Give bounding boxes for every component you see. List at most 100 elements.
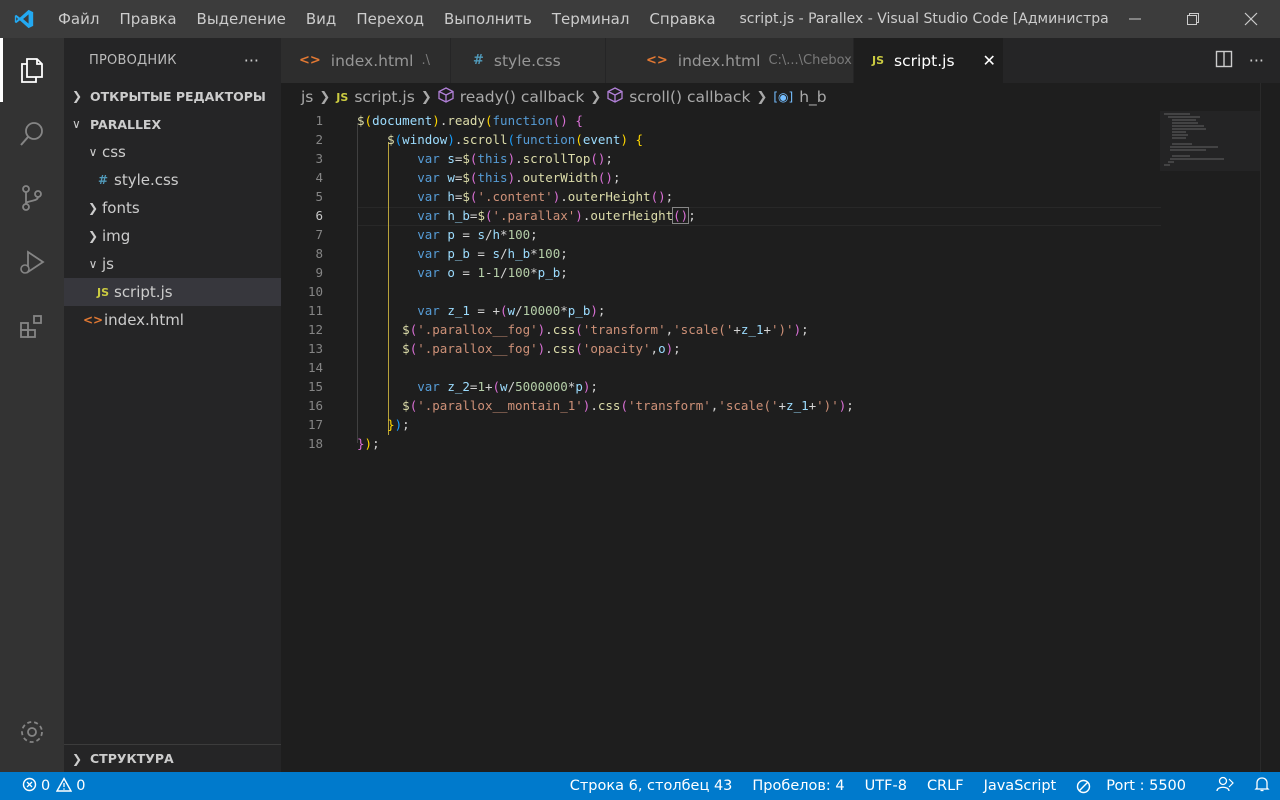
menu-selection[interactable]: Выделение bbox=[187, 10, 296, 28]
tree-file-style-css[interactable]: # style.css bbox=[64, 166, 281, 194]
encoding[interactable]: UTF-8 bbox=[855, 778, 917, 794]
variable-icon: [◉] bbox=[773, 90, 794, 104]
explorer-sidebar: ПРОВОДНИК ··· ❯ ОТКРЫТЫЕ РЕДАКТОРЫ ∨ PAR… bbox=[64, 38, 281, 772]
explorer-title: ПРОВОДНИК bbox=[89, 52, 177, 68]
tree-file-index-html[interactable]: <> index.html bbox=[64, 306, 281, 334]
code-line: 14 bbox=[281, 358, 1161, 377]
code-line: 8 var p_b = s/h_b*100; bbox=[281, 244, 1161, 263]
chevron-right-icon: ❯ bbox=[420, 89, 432, 105]
code-text: var z_1 = +(w/10000*p_b); bbox=[417, 303, 606, 318]
breadcrumb-item[interactable]: scroll() callback bbox=[629, 88, 750, 106]
breadcrumb-item[interactable]: js bbox=[301, 88, 313, 106]
code-line: 13 $('.parallox__fog').css('opacity',o); bbox=[281, 339, 1161, 358]
tab-index-html[interactable]: <> index.html .\ bbox=[281, 38, 451, 83]
menu-view[interactable]: Вид bbox=[296, 10, 346, 28]
source-control-icon[interactable] bbox=[0, 166, 64, 230]
no-entry-icon bbox=[1077, 779, 1091, 793]
code-editor[interactable]: 1 $(document).ready(function() { 2 $(win… bbox=[281, 111, 1260, 772]
port-label: Port : 5500 bbox=[1106, 778, 1186, 794]
search-icon[interactable] bbox=[0, 102, 64, 166]
menu-file[interactable]: Файл bbox=[48, 10, 109, 28]
window-title: script.js - Parallex - Visual Studio Cod… bbox=[739, 11, 1110, 27]
code-text: var p_b = s/h_b*100; bbox=[417, 246, 568, 261]
method-cube-icon bbox=[607, 87, 623, 107]
chevron-down-icon: ∨ bbox=[88, 145, 98, 159]
tab-label: index.html bbox=[677, 51, 761, 70]
code-text: var z_2=1+(w/5000000*p); bbox=[417, 379, 598, 394]
vscode-logo-icon bbox=[0, 0, 48, 38]
tab-index-html-chebox[interactable]: <> index.html C:\...\Chebox bbox=[606, 38, 854, 83]
tree-folder-css[interactable]: ∨ css bbox=[64, 138, 281, 166]
breadcrumb-item[interactable]: script.js bbox=[354, 88, 415, 106]
split-editor-icon[interactable] bbox=[1215, 50, 1233, 72]
menu-help[interactable]: Справка bbox=[639, 10, 725, 28]
explorer-icon[interactable] bbox=[0, 38, 64, 102]
feedback-icon[interactable] bbox=[1206, 776, 1244, 796]
activity-bar bbox=[0, 38, 64, 772]
code-text: $(window).scroll(function(event) { bbox=[387, 132, 644, 147]
menu-go[interactable]: Переход bbox=[346, 10, 434, 28]
tree-label: css bbox=[102, 143, 126, 161]
open-editors-section[interactable]: ❯ ОТКРЫТЫЕ РЕДАКТОРЫ bbox=[64, 82, 281, 110]
tree-folder-img[interactable]: ❯ img bbox=[64, 222, 281, 250]
code-line: 18 }); bbox=[281, 434, 1161, 453]
code-text: $('.parallox__montain_1').css('transform… bbox=[402, 398, 854, 413]
menu-run[interactable]: Выполнить bbox=[434, 10, 542, 28]
more-actions-button[interactable]: ··· bbox=[244, 51, 259, 70]
outline-section[interactable]: ❯ СТРУКТУРА bbox=[64, 744, 281, 772]
tab-script-js[interactable]: JS script.js ✕ bbox=[854, 38, 1004, 83]
language-mode[interactable]: JavaScript bbox=[974, 778, 1067, 794]
minimap[interactable] bbox=[1160, 111, 1260, 171]
code-text: }); bbox=[387, 417, 410, 432]
tree-folder-js[interactable]: ∨ js bbox=[64, 250, 281, 278]
menu-terminal[interactable]: Терминал bbox=[542, 10, 640, 28]
css-file-icon: # bbox=[473, 53, 484, 68]
tab-label: script.js bbox=[894, 51, 955, 70]
code-line: 6 var h_b=$('.parallax').outerHeight(); bbox=[281, 206, 1161, 225]
project-section[interactable]: ∨ PARALLEX bbox=[64, 110, 281, 138]
notifications-bell-icon[interactable] bbox=[1244, 776, 1280, 796]
code-line: 5 var h=$('.content').outerHeight(); bbox=[281, 187, 1161, 206]
chevron-down-icon: ∨ bbox=[72, 117, 81, 131]
tree-file-script-js[interactable]: JS script.js bbox=[64, 278, 281, 306]
cursor-position[interactable]: Строка 6, столбец 43 bbox=[560, 778, 743, 794]
problems-indicator[interactable]: 0 0 bbox=[0, 776, 86, 796]
close-tab-icon[interactable]: ✕ bbox=[983, 51, 996, 70]
window-controls bbox=[1106, 0, 1280, 38]
chevron-down-icon: ∨ bbox=[88, 257, 98, 271]
restore-button[interactable] bbox=[1164, 0, 1222, 38]
more-actions-icon[interactable]: ··· bbox=[1249, 51, 1264, 70]
code-line: 17 }); bbox=[281, 415, 1161, 434]
run-debug-icon[interactable] bbox=[0, 230, 64, 294]
line-number: 18 bbox=[307, 436, 323, 451]
tab-style-css[interactable]: # style.css bbox=[451, 38, 606, 83]
code-line: 16 $('.parallox__montain_1').css('transf… bbox=[281, 396, 1161, 415]
tab-label: index.html bbox=[330, 51, 414, 70]
menu-edit[interactable]: Правка bbox=[109, 10, 186, 28]
code-line: 15 var z_2=1+(w/5000000*p); bbox=[281, 377, 1161, 396]
breadcrumb-item[interactable]: ready() callback bbox=[460, 88, 585, 106]
manage-gear-icon[interactable] bbox=[0, 700, 64, 764]
line-number: 9 bbox=[315, 265, 323, 280]
indentation[interactable]: Пробелов: 4 bbox=[742, 778, 854, 794]
vertical-scrollbar[interactable] bbox=[1260, 83, 1280, 772]
project-label: PARALLEX bbox=[90, 116, 162, 132]
html-file-icon: <> bbox=[82, 313, 104, 327]
live-server-port[interactable]: Port : 5500 bbox=[1066, 778, 1206, 794]
tree-folder-fonts[interactable]: ❯ fonts bbox=[64, 194, 281, 222]
close-window-button[interactable] bbox=[1222, 0, 1280, 38]
breadcrumb-item[interactable]: h_b bbox=[799, 88, 826, 106]
minimize-button[interactable] bbox=[1106, 0, 1164, 38]
chevron-right-icon: ❯ bbox=[590, 89, 602, 105]
chevron-right-icon: ❯ bbox=[319, 89, 331, 105]
line-number: 15 bbox=[307, 379, 323, 394]
extensions-icon[interactable] bbox=[0, 294, 64, 358]
warning-count: 0 bbox=[76, 778, 86, 794]
explorer-header: ПРОВОДНИК ··· bbox=[64, 38, 281, 82]
line-ending[interactable]: CRLF bbox=[917, 778, 974, 794]
open-editors-label: ОТКРЫТЫЕ РЕДАКТОРЫ bbox=[90, 88, 266, 104]
warning-icon bbox=[56, 776, 73, 796]
editor-tabs: <> index.html .\ # style.css <> index.ht… bbox=[281, 38, 1280, 83]
line-number: 1 bbox=[315, 113, 323, 128]
tree-label: fonts bbox=[102, 199, 140, 217]
